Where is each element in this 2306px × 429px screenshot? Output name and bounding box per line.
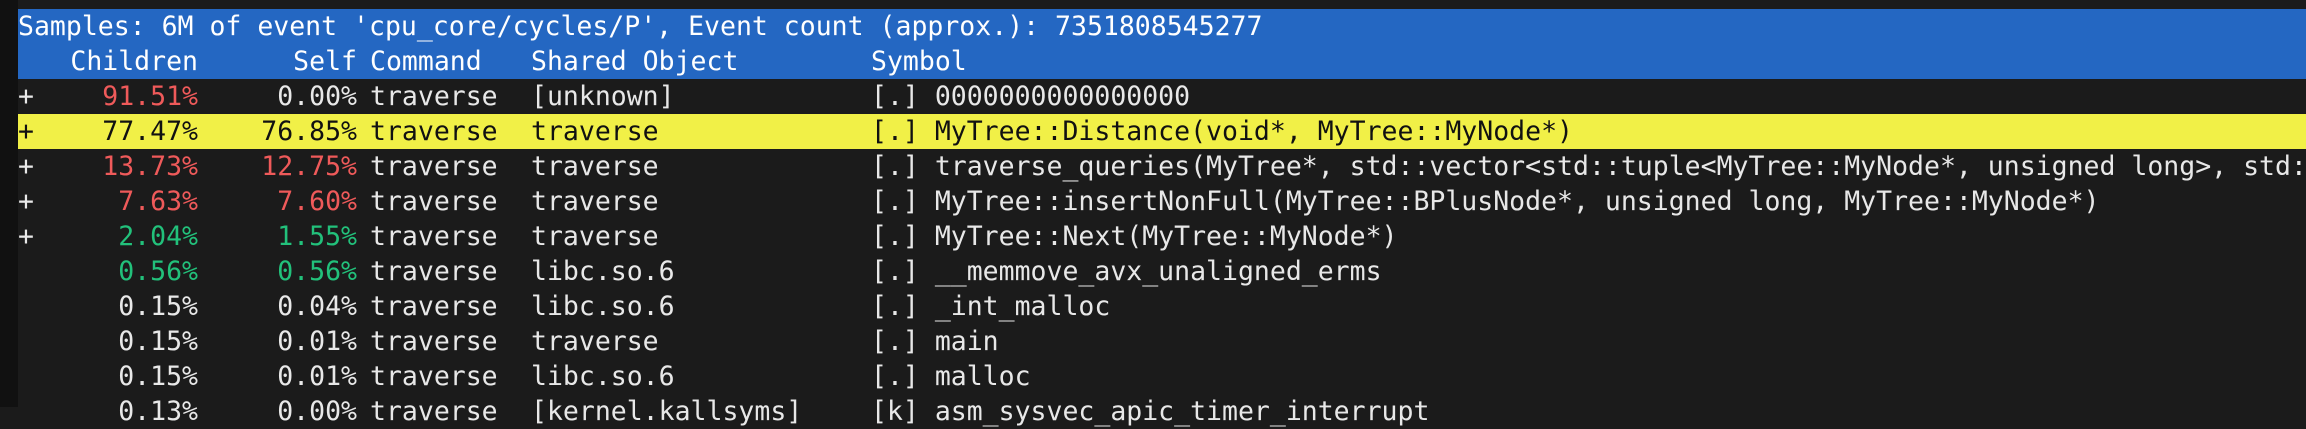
symbol-cell: [.] traverse_queries(MyTree*, std::vecto… (871, 151, 2306, 182)
table-row-partial[interactable]: 0.13% 0.00% traverse [kernel.kallsyms] [… (18, 394, 2306, 429)
children-percent: 7.63% (118, 186, 198, 217)
expand-toggle[interactable]: + (18, 184, 38, 219)
children-percent: 0.15% (118, 326, 198, 357)
self-percent: 76.85% (261, 116, 357, 147)
command-cell: traverse (370, 116, 498, 147)
children-percent: 77.47% (102, 116, 198, 147)
children-percent: 2.04% (118, 221, 198, 252)
shared-object-cell: traverse (531, 326, 659, 357)
command-cell: traverse (370, 256, 498, 287)
symbol-cell: [.] MyTree::Next(MyTree::MyNode*) (871, 221, 1398, 252)
table-row[interactable]: 0.15% 0.04% traverse libc.so.6 [.] _int_… (18, 289, 2306, 324)
command-cell: traverse (370, 291, 498, 322)
column-header-command[interactable]: Command (370, 44, 482, 79)
column-header-symbol[interactable]: Symbol (871, 44, 967, 79)
column-header-row: Children Self Command Shared Object Symb… (18, 44, 2306, 79)
self-percent: 0.01% (277, 361, 357, 392)
symbol-cell: [.] 0000000000000000 (871, 81, 1191, 112)
self-percent: 0.00% (277, 396, 357, 427)
symbol-cell: [.] malloc (871, 361, 1031, 392)
children-percent: 0.15% (118, 361, 198, 392)
shared-object-cell: libc.so.6 (531, 361, 675, 392)
expand-toggle[interactable]: + (18, 114, 38, 149)
summary-text: Samples: 6M of event 'cpu_core/cycles/P'… (18, 11, 1263, 42)
self-percent: 7.60% (277, 186, 357, 217)
command-cell: traverse (370, 361, 498, 392)
symbol-cell: [.] __memmove_avx_unaligned_erms (871, 256, 1382, 287)
children-percent: 0.15% (118, 291, 198, 322)
self-percent: 12.75% (261, 151, 357, 182)
children-percent: 0.13% (118, 396, 198, 427)
shared-object-cell: [kernel.kallsyms] (531, 396, 803, 427)
symbol-cell: [.] MyTree::Distance(void*, MyTree::MyNo… (871, 116, 1573, 147)
command-cell: traverse (370, 186, 498, 217)
table-row-selected[interactable]: + 77.47% 76.85% traverse traverse [.] My… (18, 114, 2306, 149)
table-row[interactable]: 0.56% 0.56% traverse libc.so.6 [.] __mem… (18, 254, 2306, 289)
column-header-shared-object[interactable]: Shared Object (531, 44, 738, 79)
shared-object-cell: libc.so.6 (531, 291, 675, 322)
table-row[interactable]: 0.15% 0.01% traverse traverse [.] main (18, 324, 2306, 359)
symbol-cell: [k] asm_sysvec_apic_timer_interrupt (871, 396, 1430, 427)
command-cell: traverse (370, 151, 498, 182)
table-row[interactable]: + 91.51% 0.00% traverse [unknown] [.] 00… (18, 79, 2306, 114)
command-cell: traverse (370, 81, 498, 112)
shared-object-cell: [unknown] (531, 81, 675, 112)
table-row[interactable]: + 7.63% 7.60% traverse traverse [.] MyTr… (18, 184, 2306, 219)
table-row[interactable]: 0.15% 0.01% traverse libc.so.6 [.] mallo… (18, 359, 2306, 394)
command-cell: traverse (370, 221, 498, 252)
children-percent: 13.73% (102, 151, 198, 182)
children-percent: 91.51% (102, 81, 198, 112)
column-header-children[interactable]: Children (48, 44, 198, 79)
expand-toggle[interactable]: + (18, 79, 38, 114)
self-percent: 1.55% (277, 221, 357, 252)
shared-object-cell: libc.so.6 (531, 256, 675, 287)
self-percent: 0.00% (277, 81, 357, 112)
terminal-left-margin (0, 0, 18, 407)
table-row[interactable]: + 2.04% 1.55% traverse traverse [.] MyTr… (18, 219, 2306, 254)
expand-toggle[interactable]: + (18, 219, 38, 254)
shared-object-cell: traverse (531, 151, 659, 182)
shared-object-cell: traverse (531, 116, 659, 147)
children-percent: 0.56% (118, 256, 198, 287)
shared-object-cell: traverse (531, 186, 659, 217)
command-cell: traverse (370, 396, 498, 427)
self-percent: 0.01% (277, 326, 357, 357)
symbol-cell: [.] MyTree::insertNonFull(MyTree::BPlusN… (871, 186, 2100, 217)
expand-toggle[interactable]: + (18, 149, 38, 184)
symbol-cell: [.] _int_malloc (871, 291, 1111, 322)
command-cell: traverse (370, 326, 498, 357)
summary-bar: Samples: 6M of event 'cpu_core/cycles/P'… (18, 9, 2306, 44)
self-percent: 0.04% (277, 291, 357, 322)
symbol-cell: [.] main (871, 326, 999, 357)
shared-object-cell: traverse (531, 221, 659, 252)
self-percent: 0.56% (277, 256, 357, 287)
column-header-self[interactable]: Self (206, 44, 357, 79)
table-row[interactable]: + 13.73% 12.75% traverse traverse [.] tr… (18, 149, 2306, 184)
